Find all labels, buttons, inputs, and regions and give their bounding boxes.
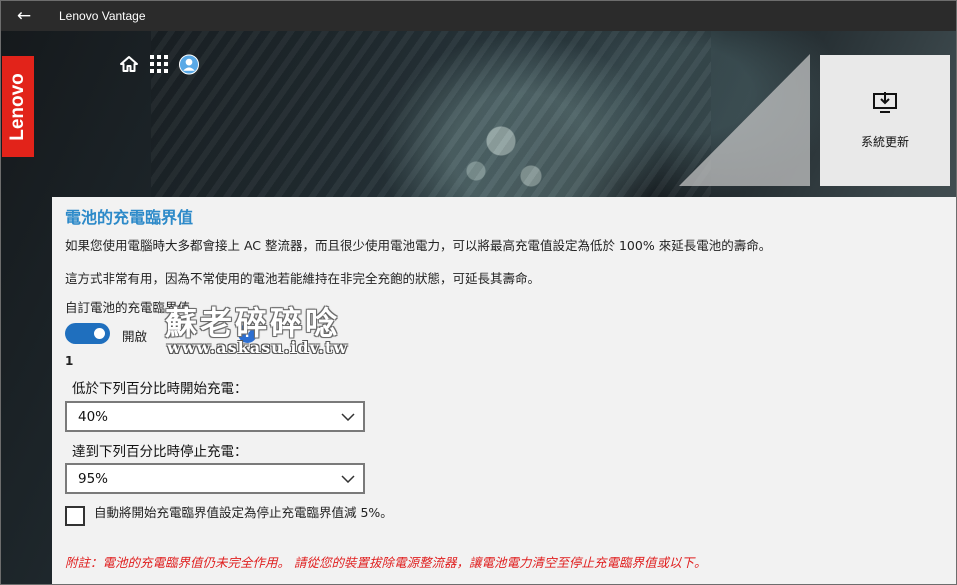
apps-grid-icon[interactable] (149, 54, 169, 74)
description-1: 如果您使用電腦時大多都會接上 AC 整流器，而且很少使用電池電力，可以將最高充電… (65, 238, 772, 253)
start-charge-value: 40% (78, 408, 109, 425)
hero-pattern (151, 31, 711, 197)
title-bar: ← Lenovo Vantage (1, 1, 956, 31)
app-window: ← Lenovo Vantage Lenovo 系統更新 電池的充電臨界值 如果… (0, 0, 957, 585)
auto-threshold-label: 自動將開始充電臨界值設定為停止充電臨界值減 5%。 (94, 505, 393, 520)
section-title: 電池的充電臨界值 (65, 208, 194, 227)
threshold-toggle[interactable] (65, 323, 110, 344)
chevron-down-icon (341, 472, 355, 486)
warning-note: 附註：電池的充電臨界值仍未完全作用。 請從您的裝置拔除電源整流器，讓電池電力清空… (65, 555, 707, 570)
chevron-down-icon (341, 410, 355, 424)
system-update-label: 系統更新 (860, 135, 909, 149)
app-title: Lenovo Vantage (59, 9, 146, 23)
system-update-tile[interactable]: 系統更新 (820, 55, 950, 186)
back-button[interactable]: ← (1, 1, 47, 31)
watermark-url: www.askasu.idv.tw (167, 338, 349, 357)
lenovo-logo: Lenovo (2, 56, 34, 157)
home-icon[interactable] (119, 54, 139, 74)
start-charge-label: 低於下列百分比時開始充電： (72, 381, 248, 397)
account-icon[interactable] (179, 54, 199, 74)
stop-charge-label: 達到下列百分比時停止充電： (72, 444, 248, 460)
stop-charge-value: 95% (78, 470, 109, 487)
toggle-state-label: 開啟 (122, 329, 148, 344)
nav-icons (119, 54, 199, 74)
description-2: 這方式非常有用，因為不常使用的電池若能維持在非完全充飽的狀態，可延長其壽命。 (65, 271, 541, 286)
battery-threshold-panel: 電池的充電臨界值 如果您使用電腦時大多都會接上 AC 整流器，而且很少使用電池電… (52, 197, 956, 584)
threshold-index: 1 (65, 354, 74, 368)
stop-charge-select[interactable]: 95% (65, 463, 365, 494)
logo-text: Lenovo (7, 72, 28, 141)
start-charge-select[interactable]: 40% (65, 401, 365, 432)
auto-threshold-checkbox[interactable] (65, 506, 85, 526)
system-update-icon (872, 91, 898, 119)
